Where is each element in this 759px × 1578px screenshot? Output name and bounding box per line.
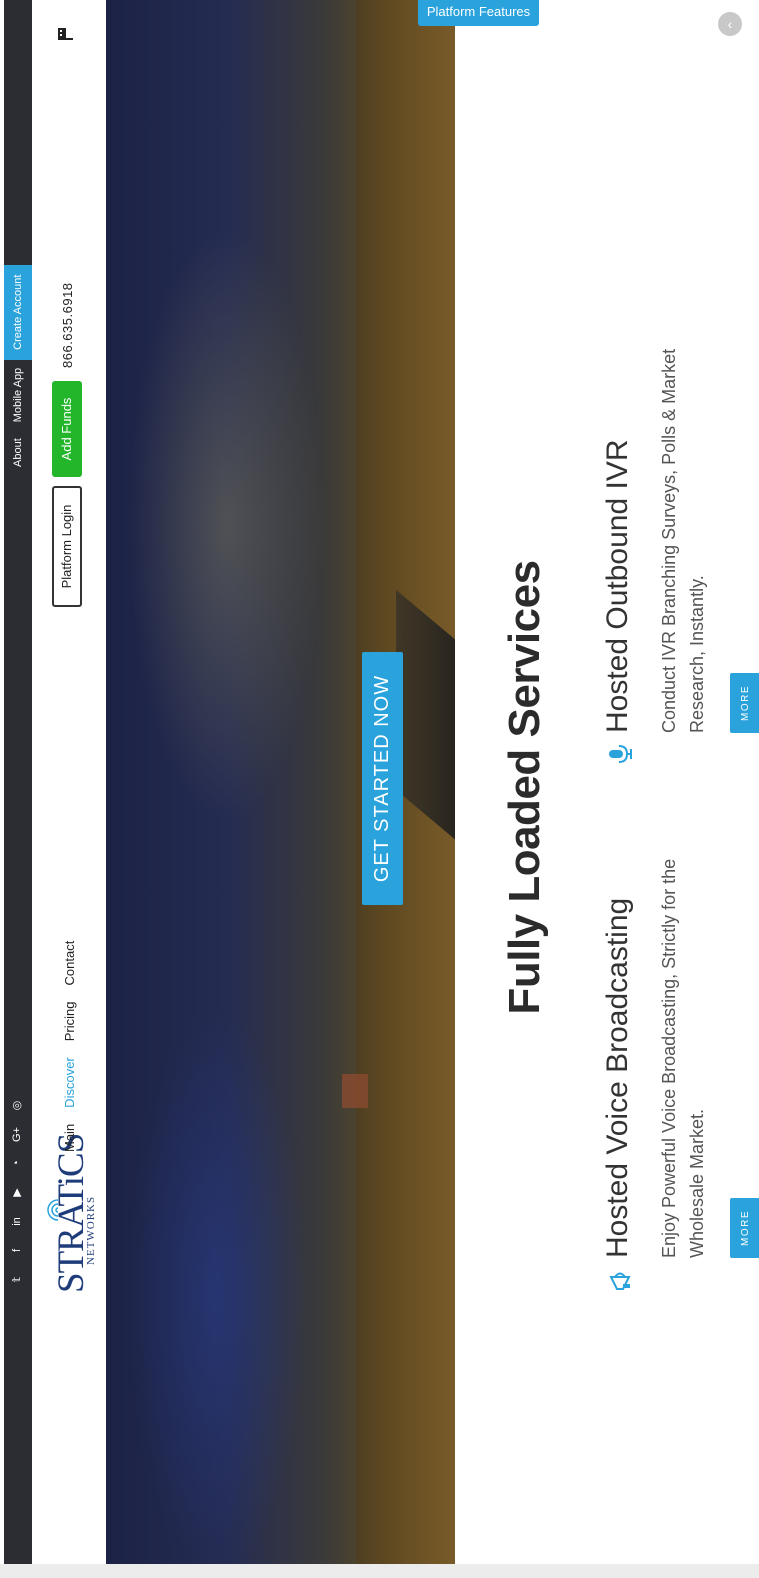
platform-login-button[interactable]: Platform Login <box>52 486 82 607</box>
top-links: About Mobile App Create Account <box>4 264 32 475</box>
hero-sky <box>106 875 336 1575</box>
top-bar: 𝕥 f in ▶ ◔ G+ ◎ About Mobile App Create … <box>0 0 32 1575</box>
service-title: Hosted Outbound IVR <box>601 439 634 733</box>
facebook-icon[interactable]: f <box>11 1242 24 1259</box>
social-links: 𝕥 f in ▶ ◔ G+ ◎ <box>11 1097 24 1288</box>
twitter-icon[interactable]: 𝕥 <box>11 1271 24 1288</box>
get-started-button[interactable]: GET STARTED NOW <box>362 652 403 905</box>
linkedin-icon[interactable]: in <box>11 1213 24 1230</box>
more-button[interactable]: MORE <box>730 673 759 733</box>
create-account-button[interactable]: Create Account <box>4 264 32 360</box>
section-title: Fully Loaded Services <box>500 560 549 1015</box>
flag-icon[interactable] <box>56 26 74 42</box>
youtube-icon[interactable]: ▶ <box>11 1184 24 1201</box>
nav-contact[interactable]: Contact <box>58 933 82 994</box>
service-title: Hosted Voice Broadcasting <box>601 897 634 1258</box>
nav-discover[interactable]: Discover <box>58 1049 82 1116</box>
add-funds-button[interactable]: Add Funds <box>52 381 82 477</box>
site-header: STRATiCS NETWORKS Main Discover Pricing … <box>32 0 107 1575</box>
service-description: Enjoy Powerful Voice Broadcasting, Stric… <box>659 858 707 1258</box>
mobile-app-link[interactable]: Mobile App <box>4 360 32 430</box>
more-button[interactable]: MORE <box>730 1198 759 1258</box>
platform-features-tab[interactable]: Platform Features <box>418 0 539 26</box>
nav-pricing[interactable]: Pricing <box>58 993 82 1049</box>
megaphone-icon <box>609 1272 631 1290</box>
google-plus-icon[interactable]: G+ <box>11 1126 24 1143</box>
rss-icon[interactable]: ◔ <box>11 1155 24 1172</box>
top-edge <box>0 0 4 1575</box>
services-section: Fully Loaded Services Hosted Voice Broad… <box>455 0 759 1575</box>
rotated-page: 𝕥 f in ▶ ◔ G+ ◎ About Mobile App Create … <box>0 0 759 1575</box>
hero-banner: GET STARTED NOW <box>106 0 455 1575</box>
main-nav: Main Discover Pricing Contact <box>58 933 82 1160</box>
about-link[interactable]: About <box>4 430 32 475</box>
service-description: Conduct IVR Branching Surveys, Polls & M… <box>659 348 707 733</box>
bottom-strip <box>0 1564 759 1578</box>
phone-number[interactable]: 866.635.6918 <box>58 282 78 368</box>
stratics-logo[interactable]: STRATiCS NETWORKS <box>42 1134 97 1295</box>
browser-viewport: 𝕥 f in ▶ ◔ G+ ◎ About Mobile App Create … <box>0 0 759 1578</box>
logo-subtitle: NETWORKS <box>85 1195 97 1265</box>
hero-house <box>342 1074 368 1108</box>
microphone-icon <box>609 745 632 763</box>
chevron-left-icon[interactable]: ‹ <box>718 12 742 36</box>
instagram-icon[interactable]: ◎ <box>11 1097 24 1114</box>
nav-main[interactable]: Main <box>58 1116 82 1160</box>
